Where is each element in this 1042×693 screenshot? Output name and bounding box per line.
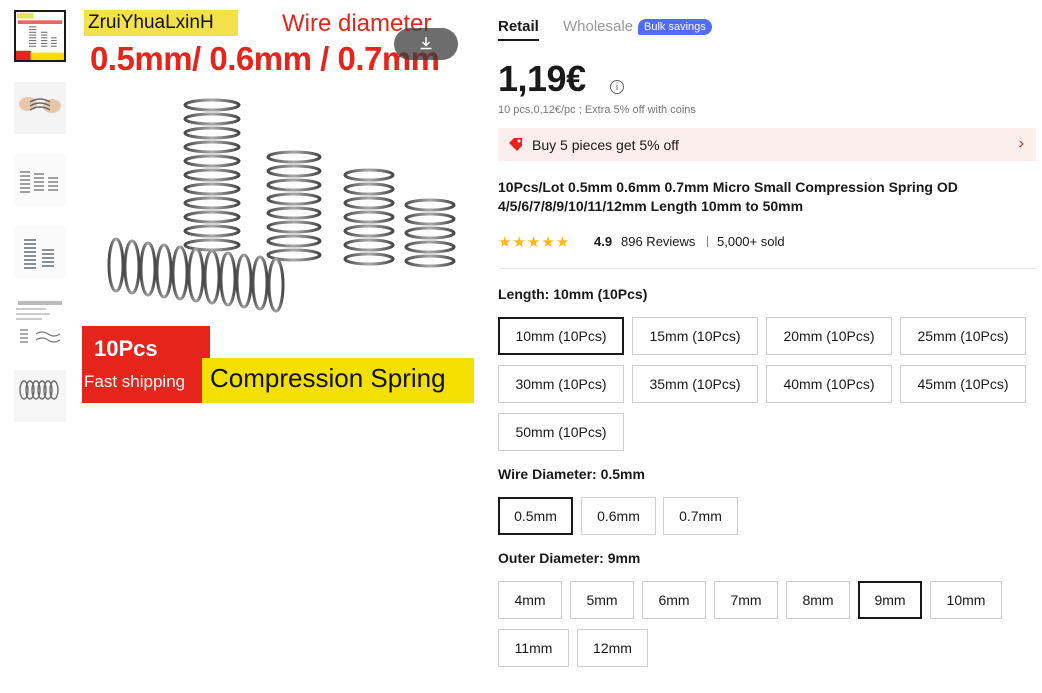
outer-diameter-label: Outer Diameter: 9mm [498, 550, 641, 566]
outer-diameter-option[interactable]: 10mm [930, 581, 1002, 619]
rating-value: 4.9 [594, 234, 613, 249]
promo-banner[interactable]: Buy 5 pieces get 5% off › [498, 128, 1036, 161]
springs-illustration [107, 98, 456, 313]
length-option[interactable]: 30mm (10Pcs) [498, 365, 624, 403]
thumbnail-5[interactable] [14, 298, 66, 350]
outer-diameter-option[interactable]: 5mm [570, 581, 634, 619]
rating-separator [707, 236, 708, 247]
tag-icon [509, 138, 522, 151]
download-icon [420, 37, 432, 50]
outer-diameter-option[interactable]: 9mm [858, 581, 922, 619]
brand-tag: ZruiYhuaLxinH [84, 10, 238, 36]
thumbnail-list [14, 10, 70, 442]
reviews-link[interactable]: 896 Reviews [621, 234, 695, 249]
image-wire-sizes: 0.5mm/ 0.6mm / 0.7mm [90, 40, 440, 77]
sold-count: 5,000+ sold [717, 234, 785, 249]
length-option[interactable]: 40mm (10Pcs) [766, 365, 892, 403]
wire-diameter-option[interactable]: 0.7mm [663, 497, 738, 535]
length-option[interactable]: 35mm (10Pcs) [632, 365, 758, 403]
star-rating-icon: ★★★★★ [498, 234, 571, 251]
length-option[interactable]: 50mm (10Pcs) [498, 413, 624, 451]
length-option[interactable]: 15mm (10Pcs) [632, 317, 758, 355]
outer-diameter-option[interactable]: 8mm [786, 581, 850, 619]
outer-diameter-option[interactable]: 6mm [642, 581, 706, 619]
price-subtext: 10 pcs,0,12€/pc ; Extra 5% off with coin… [498, 104, 696, 116]
chevron-right-icon: › [1018, 135, 1024, 152]
length-option[interactable]: 20mm (10Pcs) [766, 317, 892, 355]
product-title: 10Pcs/Lot 0.5mm 0.6mm 0.7mm Micro Small … [498, 179, 958, 214]
tab-retail[interactable]: Retail [498, 18, 539, 41]
tab-wholesale[interactable]: Wholesale [563, 18, 633, 35]
thumbnail-6[interactable] [14, 370, 66, 422]
thumbnail-1[interactable] [14, 10, 66, 62]
length-option[interactable]: 25mm (10Pcs) [900, 317, 1026, 355]
thumbnail-2[interactable] [14, 82, 66, 134]
info-icon[interactable]: i [610, 80, 624, 94]
wire-diameter-option[interactable]: 0.6mm [581, 497, 656, 535]
banner-shipping: Fast shipping [84, 372, 186, 391]
length-option[interactable]: 45mm (10Pcs) [900, 365, 1026, 403]
thumbnail-3[interactable] [14, 154, 66, 206]
price: 1,19€ [498, 58, 586, 99]
length-option[interactable]: 10mm (10Pcs) [498, 317, 624, 355]
promo-text: Buy 5 pieces get 5% off [532, 137, 679, 153]
wire-diameter-label: Wire Diameter: 0.5mm [498, 466, 645, 482]
main-product-image[interactable]: ZruiYhuaLxinH Wire diameter 0.5mm/ 0.6mm… [82, 10, 474, 403]
wire-diameter-option[interactable]: 0.5mm [498, 497, 573, 535]
length-label: Length: 10mm (10Pcs) [498, 286, 648, 302]
download-button[interactable] [394, 28, 458, 60]
bulk-savings-badge: Bulk savings [638, 19, 712, 35]
outer-diameter-option[interactable]: 12mm [577, 629, 648, 667]
divider [498, 268, 1036, 269]
banner-count: 10Pcs [94, 336, 158, 361]
outer-diameter-option[interactable]: 11mm [498, 629, 569, 667]
banner-product: Compression Spring [210, 363, 446, 393]
outer-diameter-option[interactable]: 7mm [714, 581, 778, 619]
thumbnail-4[interactable] [14, 226, 66, 278]
outer-diameter-option[interactable]: 4mm [498, 581, 562, 619]
